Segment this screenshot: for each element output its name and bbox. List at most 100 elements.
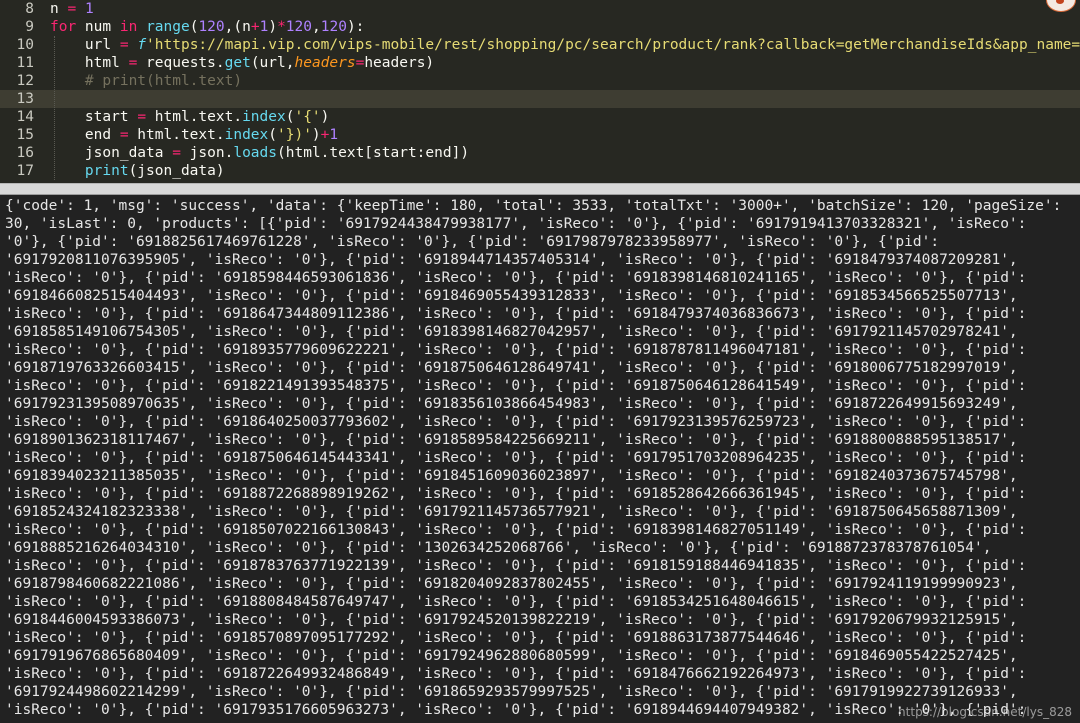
- code-token: =: [58, 1, 85, 17]
- code-text: url = f'https://mapi.vip.com/vips-mobile…: [50, 36, 1080, 54]
- code-token: ):: [346, 19, 365, 35]
- code-line[interactable]: 11 html = requests.get(url,headers=heade…: [0, 54, 1080, 72]
- console-output-line: '6918446004593386073', 'isReco': '0'}, {…: [5, 612, 1018, 628]
- console-output-line: 'isReco': '0'}, {'pid': '691859844659306…: [5, 270, 1027, 286]
- code-line[interactable]: 8n = 1: [0, 0, 1080, 18]
- code-token: *: [277, 19, 286, 35]
- console-output-line: '0'}, {'pid': '6918825617469761228', 'is…: [5, 234, 940, 250]
- code-token: =: [119, 37, 129, 53]
- code-token: ): [268, 19, 278, 35]
- output-console[interactable]: {'code': 1, 'msg': 'success', 'data': {'…: [0, 195, 1080, 723]
- code-token: index: [224, 127, 269, 143]
- code-token: num: [76, 19, 120, 35]
- console-output-line: '6918901362318117467', 'isReco': '0'}, {…: [5, 432, 1018, 448]
- console-output-line: 'isReco': '0'}, {'pid': '691880848458764…: [5, 594, 1027, 610]
- console-output-line: 'isReco': '0'}, {'pid': '691872264993248…: [5, 666, 1027, 682]
- console-output-line: 'isReco': '0'}, {'pid': '691850702216613…: [5, 522, 1027, 538]
- code-editor[interactable]: 8n = 1 9 for num in range(120,(n+1)*120,12…: [0, 0, 1080, 183]
- console-output-line: '6918885216264034310', 'isReco': '0'}, {…: [5, 540, 992, 556]
- console-output-line: 'isReco': '0'}, {'pid': '691864025003779…: [5, 414, 1027, 430]
- code-token: n: [50, 1, 59, 17]
- code-token: for: [50, 19, 77, 35]
- code-text: start = html.text.index('{'): [50, 108, 330, 126]
- console-output-line: {'code': 1, 'msg': 'success', 'data': {'…: [5, 198, 1062, 214]
- code-token: range: [146, 19, 190, 35]
- code-line[interactable]: 14 start = html.text.index('{'): [0, 108, 1080, 126]
- code-line[interactable]: 12 # print(html.text): [0, 72, 1080, 90]
- console-output-line: '6917919676865680409', 'isReco': '0'}, {…: [5, 648, 1018, 664]
- code-token: print: [84, 163, 129, 179]
- console-output-line: 'isReco': '0'}, {'pid': '691893577960962…: [5, 342, 1027, 358]
- code-token: headers: [294, 55, 356, 71]
- code-token: # print(html.text): [50, 73, 243, 89]
- console-output-line: '6918585149106754305', 'isReco': '0'}, {…: [5, 324, 1018, 340]
- line-number: 17: [16, 163, 34, 179]
- panel-splitter[interactable]: [0, 183, 1080, 195]
- code-token: requests.: [137, 55, 225, 71]
- line-number: 8: [25, 1, 34, 17]
- code-line[interactable]: 16 json_data = json.loads(html.text[star…: [0, 144, 1080, 162]
- watermark: https://blog.csdn.net/lys_828: [898, 705, 1072, 719]
- code-token: +: [250, 19, 260, 35]
- code-token: json.: [180, 145, 234, 161]
- code-token: =: [172, 145, 181, 161]
- console-output-line: '6918719763326603415', 'isReco': '0'}, {…: [5, 360, 1018, 376]
- console-output-line: '6918394023211385035', 'isReco': '0'}, {…: [5, 468, 1018, 484]
- code-token: '})': [277, 127, 312, 143]
- console-output-line: '6917924498602214299', 'isReco': '0'}, {…: [5, 684, 1018, 700]
- code-token: ,(n: [224, 19, 251, 35]
- console-output-line: 30, 'isLast': 0, 'products': [{'pid': '6…: [5, 216, 1027, 232]
- code-token: loads: [233, 145, 277, 161]
- code-token: ): [311, 127, 321, 143]
- code-token: get: [224, 55, 251, 71]
- code-token: 1: [84, 1, 94, 17]
- code-line[interactable]: 9 for num in range(120,(n+1)*120,120):: [0, 18, 1080, 36]
- code-text: print(json_data): [50, 162, 225, 180]
- code-token: (html.text[start:end]): [277, 145, 470, 161]
- code-token: =: [119, 127, 129, 143]
- code-token: 120: [320, 19, 347, 35]
- console-output-line: '6917923139508970635', 'isReco': '0'}, {…: [5, 396, 1018, 412]
- code-token: html.text.: [128, 127, 225, 143]
- code-token: =: [128, 55, 138, 71]
- code-line[interactable]: 15 end = html.text.index('})')+1: [0, 126, 1080, 144]
- code-token: 120: [198, 19, 225, 35]
- code-line[interactable]: 10 url = f'https://mapi.vip.com/vips-mob…: [0, 36, 1080, 54]
- console-output-line: '6917920811076395905', 'isReco': '0'}, {…: [5, 252, 1018, 268]
- console-output-line: 'isReco': '0'}, {'pid': '691878376377192…: [5, 558, 1027, 574]
- code-text: json_data = json.loads(html.text[start:e…: [50, 144, 469, 162]
- code-line[interactable]: 17 print(json_data): [0, 162, 1080, 180]
- line-number: 10: [16, 37, 34, 53]
- code-token: =: [137, 109, 147, 125]
- indent-guide: [54, 36, 55, 180]
- code-text: for num in range(120,(n+1)*120,120):: [50, 18, 364, 36]
- code-token: ): [320, 109, 330, 125]
- console-output-line: 'isReco': '0'}, {'pid': '691864734480911…: [5, 306, 1027, 322]
- code-token: html: [50, 55, 129, 71]
- code-token: 'https://mapi.vip.com/vips-mobile/rest/s…: [146, 37, 1080, 53]
- console-output-line: 'isReco': '0'}, {'pid': '691822149139354…: [5, 378, 1027, 394]
- line-number: 14: [16, 109, 34, 125]
- console-output-line: 'isReco': '0'}, {'pid': '691793517660596…: [5, 702, 1027, 718]
- code-token: 120: [285, 19, 312, 35]
- line-number: 11: [16, 55, 34, 71]
- code-token: (: [268, 127, 277, 143]
- console-output-line: '6918524324182323338', 'isReco': '0'}, {…: [5, 504, 1018, 520]
- code-text: n = 1: [50, 0, 94, 18]
- code-token: index: [242, 109, 286, 125]
- console-output-line: 'isReco': '0'}, {'pid': '691887226889891…: [5, 486, 1027, 502]
- code-text: # print(html.text): [50, 72, 242, 90]
- code-token: html.text.: [146, 109, 243, 125]
- code-token: (url,: [250, 55, 295, 71]
- code-token: url: [50, 37, 120, 53]
- console-output-line: 'isReco': '0'}, {'pid': '691857089709517…: [5, 630, 1027, 646]
- code-text: html = requests.get(url,headers=headers): [50, 54, 434, 72]
- line-number: 16: [16, 145, 34, 161]
- code-token: in: [119, 19, 138, 35]
- line-number: 15: [16, 127, 34, 143]
- code-line[interactable]: 13: [0, 90, 1080, 108]
- console-output-line: 'isReco': '0'}, {'pid': '691875064614544…: [5, 450, 1027, 466]
